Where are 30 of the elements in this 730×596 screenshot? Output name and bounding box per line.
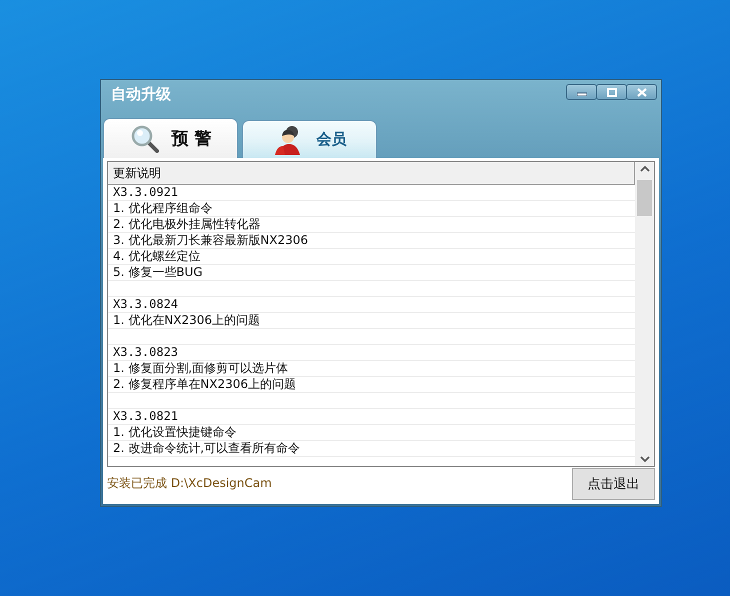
version-label: X3.3.0824: [108, 297, 635, 313]
version-label: X3.3.0821: [108, 409, 635, 425]
scroll-thumb[interactable]: [637, 180, 652, 216]
change-item: 1. 修复面分割,面修剪可以选片体: [108, 361, 635, 377]
scroll-up-icon[interactable]: [640, 165, 650, 172]
change-item: 1. 优化设置快捷键命令: [108, 425, 635, 441]
close-icon: [636, 88, 646, 96]
version-label: X3.3.0921: [108, 185, 635, 201]
maximize-icon: [606, 88, 616, 96]
exit-button[interactable]: 点击退出: [572, 468, 655, 500]
column-header: 更新说明: [108, 162, 635, 185]
change-item: 4. 优化螺丝定位: [108, 249, 635, 265]
status-text: 安装已完成 D:\XcDesignCam: [107, 475, 272, 492]
change-item: 2. 优化电极外挂属性转化器: [108, 217, 635, 233]
change-item: 5. 修复一些BUG: [108, 265, 635, 281]
minimize-button[interactable]: [566, 84, 597, 100]
tab[interactable]: 预 警: [103, 118, 238, 158]
window-title: 自动升级: [111, 84, 171, 104]
maximize-button[interactable]: [596, 84, 627, 100]
close-button[interactable]: [626, 84, 657, 100]
tab[interactable]: 会员: [242, 120, 377, 158]
scrollbar[interactable]: [635, 162, 654, 466]
change-item: 2. 修复程序单在NX2306上的问题: [108, 377, 635, 393]
change-item: 3. 优化最新刀长兼容最新版NX2306: [108, 233, 635, 249]
magnifier-icon: [130, 124, 160, 154]
version-label: X3.3.0823: [108, 345, 635, 361]
change-item: 1. 优化程序组命令: [108, 201, 635, 217]
change-item: 1. 优化在NX2306上的问题: [108, 313, 635, 329]
scroll-down-icon[interactable]: [640, 456, 650, 463]
change-item: 2. 改进命令统计,可以查看所有命令: [108, 441, 635, 457]
